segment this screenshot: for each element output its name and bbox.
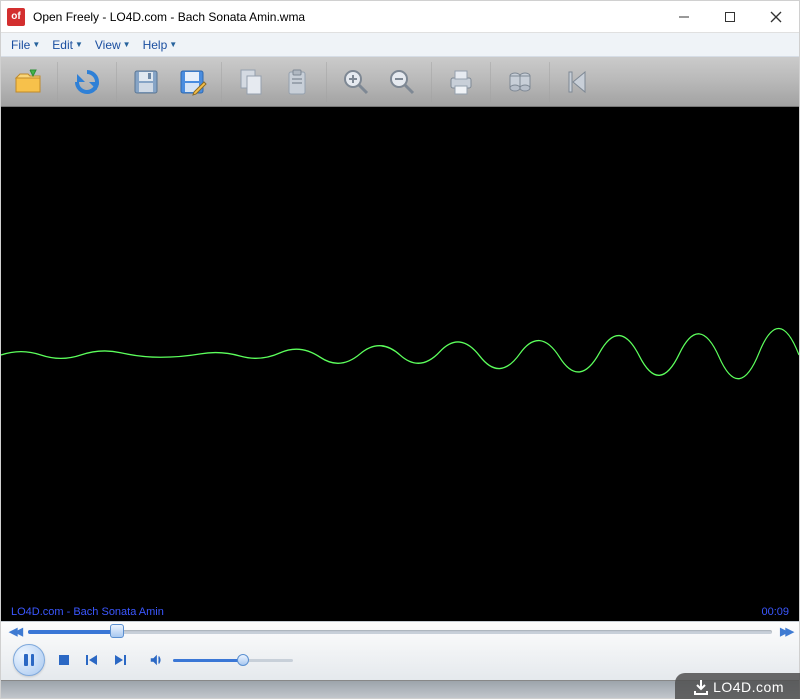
track-name: LO4D.com - Bach Sonata Amin	[11, 606, 164, 618]
toolbar-separator	[221, 62, 222, 102]
menu-view-label: View	[95, 38, 121, 52]
maximize-button[interactable]	[707, 1, 753, 32]
menu-edit-label: Edit	[52, 38, 73, 52]
pause-button[interactable]	[13, 644, 45, 676]
prev-track-button[interactable]	[83, 651, 101, 669]
waveform-display	[1, 107, 799, 603]
save-button[interactable]	[125, 61, 167, 103]
prev-button[interactable]	[558, 61, 600, 103]
watermark: LO4D.com	[675, 673, 800, 699]
app-window: of Open Freely - LO4D.com - Bach Sonata …	[0, 0, 800, 699]
waveform-svg	[1, 107, 799, 603]
watermark-text: LO4D.com	[713, 679, 784, 695]
seek-row: ◀◀ ▶▶	[1, 622, 799, 640]
open-button[interactable]	[7, 61, 49, 103]
menu-view[interactable]: View▼	[89, 36, 137, 54]
window-controls	[661, 1, 799, 32]
toolbar-separator	[431, 62, 432, 102]
download-icon	[693, 679, 709, 695]
toolbar-separator	[57, 62, 58, 102]
app-icon: of	[7, 8, 25, 26]
chevron-down-icon: ▼	[123, 40, 131, 49]
seek-thumb[interactable]	[110, 624, 124, 638]
pause-icon	[24, 654, 34, 666]
status-bar: LO4D.com - Bach Sonata Amin 00:09	[1, 603, 799, 621]
titlebar: of Open Freely - LO4D.com - Bach Sonata …	[1, 1, 799, 33]
copy-icon	[235, 66, 267, 98]
next-track-button[interactable]	[111, 651, 129, 669]
chevron-down-icon: ▼	[169, 40, 177, 49]
window-title: Open Freely - LO4D.com - Bach Sonata Ami…	[33, 10, 661, 24]
toolbar-separator	[549, 62, 550, 102]
save-edit-button[interactable]	[171, 61, 213, 103]
zoom-in-button[interactable]	[335, 61, 377, 103]
elapsed-time: 00:09	[761, 606, 789, 618]
paste-button[interactable]	[276, 61, 318, 103]
zoom-in-icon	[340, 66, 372, 98]
zoom-out-button[interactable]	[381, 61, 423, 103]
properties-button[interactable]	[499, 61, 541, 103]
volume-slider[interactable]	[173, 656, 293, 664]
menu-file[interactable]: File▼	[5, 36, 46, 54]
open-folder-icon	[12, 66, 44, 98]
volume-button[interactable]	[147, 651, 165, 669]
menubar: File▼ Edit▼ View▼ Help▼	[1, 33, 799, 57]
menu-file-label: File	[11, 38, 30, 52]
seek-fill	[28, 630, 117, 634]
volume-fill	[173, 659, 243, 662]
seek-slider[interactable]	[28, 627, 772, 635]
printer-icon	[445, 66, 477, 98]
toolbar-separator	[116, 62, 117, 102]
minimize-button[interactable]	[661, 1, 707, 32]
close-button[interactable]	[753, 1, 799, 32]
rewind-button[interactable]: ◀◀	[9, 625, 20, 638]
prev-icon	[563, 66, 595, 98]
refresh-icon	[71, 66, 103, 98]
toolbar-separator	[326, 62, 327, 102]
zoom-out-icon	[386, 66, 418, 98]
print-button[interactable]	[440, 61, 482, 103]
floppy-pencil-icon	[176, 66, 208, 98]
forward-button[interactable]: ▶▶	[780, 625, 791, 638]
refresh-button[interactable]	[66, 61, 108, 103]
player-panel: ◀◀ ▶▶	[1, 621, 799, 680]
volume-thumb[interactable]	[237, 654, 249, 666]
floppy-icon	[130, 66, 162, 98]
stop-button[interactable]	[55, 651, 73, 669]
menu-edit[interactable]: Edit▼	[46, 36, 89, 54]
toolbar	[1, 57, 799, 107]
cylinders-icon	[504, 66, 536, 98]
paste-icon	[281, 66, 313, 98]
toolbar-separator	[490, 62, 491, 102]
menu-help-label: Help	[143, 38, 168, 52]
menu-help[interactable]: Help▼	[137, 36, 184, 54]
chevron-down-icon: ▼	[32, 40, 40, 49]
seek-groove	[28, 630, 772, 634]
volume-block	[147, 651, 293, 669]
copy-button[interactable]	[230, 61, 272, 103]
chevron-down-icon: ▼	[75, 40, 83, 49]
